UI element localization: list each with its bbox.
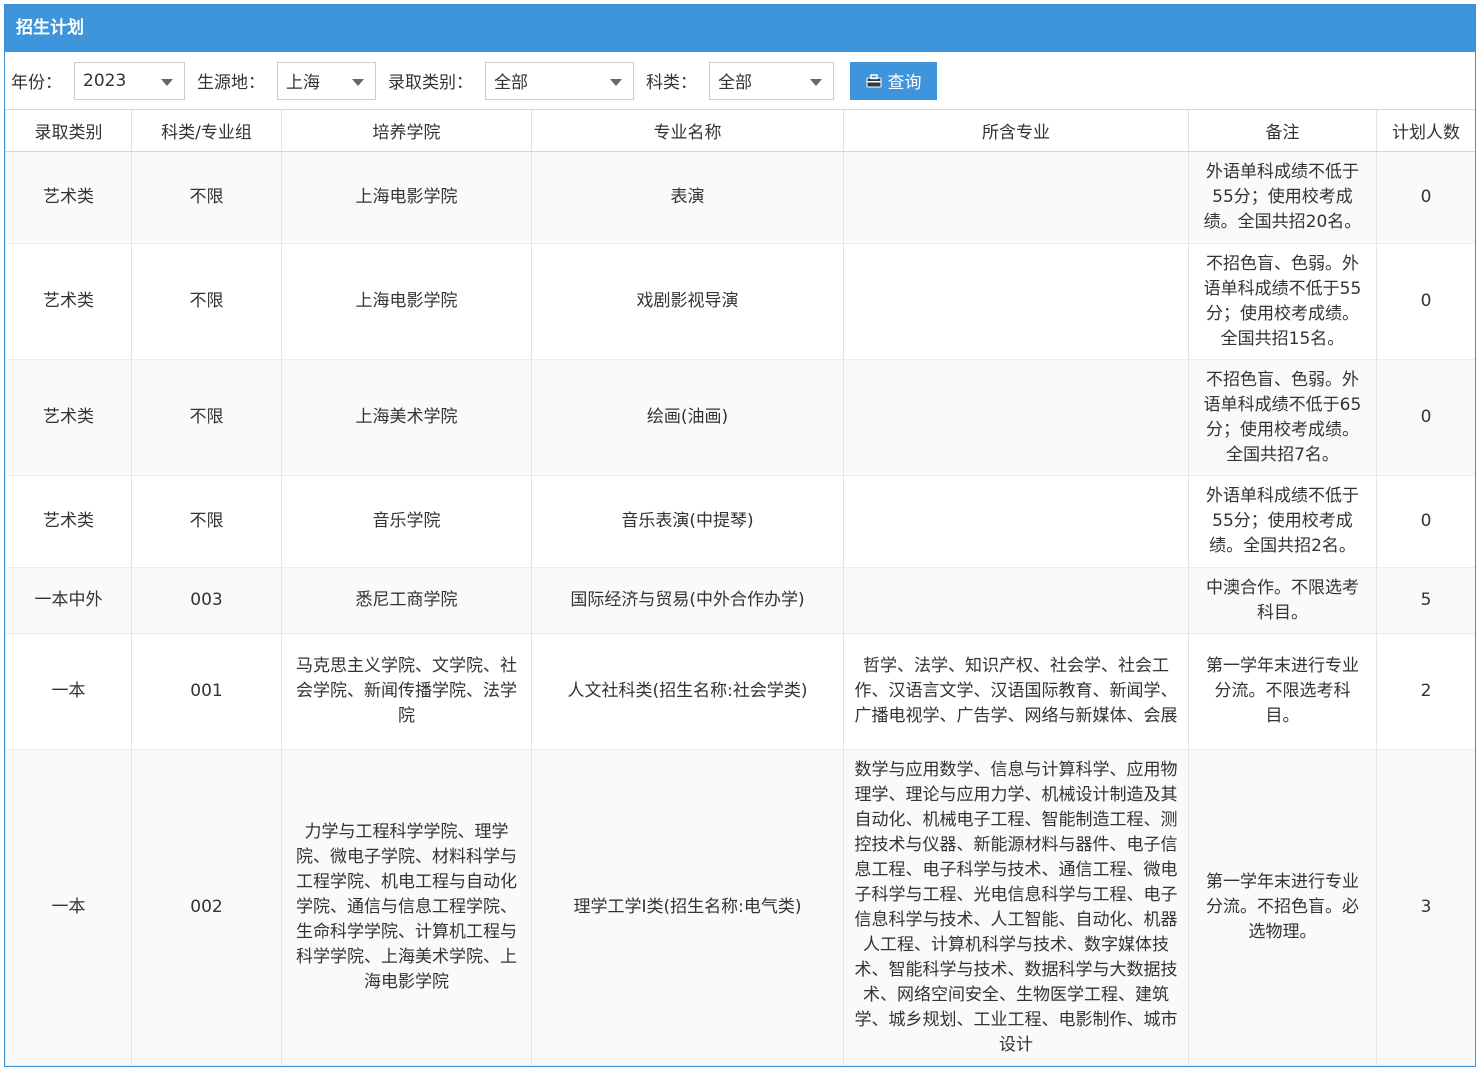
college-cell: 力学与工程科学学院、理学院、微电子学院、材料科学与工程学院、机电工程与自动化学院… <box>281 749 532 1066</box>
plan-count-cell: 0 <box>1376 243 1475 360</box>
table-row: 一本 001 马克思主义学院、文学院、社会学院、新闻传播学院、法学院 人文社科类… <box>5 633 1475 750</box>
admission-type-value: 全部 <box>494 73 528 93</box>
admission-type-cell: 一本 <box>5 749 132 1066</box>
year-select[interactable]: 2023 <box>74 61 185 100</box>
included-majors-cell <box>843 567 1189 634</box>
included-majors-cell: 数学与应用数学、信息与计算科学、应用物理学、理论与应用力学、机械设计制造及其自动… <box>843 749 1189 1066</box>
admission-type-cell: 艺术类 <box>5 243 132 360</box>
remarks-cell: 第一学年末进行专业分流。不招色盲。必选物理。 <box>1188 749 1377 1066</box>
column-header: 培养学院 <box>281 109 532 152</box>
column-header: 备注 <box>1188 109 1377 152</box>
subject-group-cell: 不限 <box>131 359 282 476</box>
subject-value: 全部 <box>718 73 752 93</box>
remarks-cell: 不招色盲、色弱。外语单科成绩不低于55分；使用校考成绩。全国共招15名。 <box>1188 243 1377 360</box>
major-name-cell: 国际经济与贸易(中外合作办学) <box>531 567 844 634</box>
plan-count-cell: 0 <box>1376 475 1475 568</box>
subject-group-cell: 不限 <box>131 475 282 568</box>
year-value: 2023 <box>83 70 127 91</box>
subject-group-cell: 不限 <box>131 151 282 244</box>
major-name-cell: 音乐表演(中提琴) <box>531 475 844 568</box>
remarks-cell: 中澳合作。不限选考科目。 <box>1188 567 1377 634</box>
query-button-label: 查询 <box>887 73 922 92</box>
plan-count-cell: 0 <box>1376 359 1475 476</box>
chevron-down-icon <box>810 78 822 86</box>
included-majors-cell <box>843 359 1189 476</box>
table-header-row: 录取类别 科类/专业组 培养学院 专业名称 所含专业 备注 计划人数 <box>5 109 1475 152</box>
filter-bar: 年份： 2023 生源地： 上海 录取类别： 全部 科类： 全部 查询 <box>5 52 1475 109</box>
source-label: 生源地： <box>197 73 265 93</box>
college-cell: 音乐学院 <box>281 475 532 568</box>
plan-count-cell: 2 <box>1376 633 1475 750</box>
major-name-cell: 戏剧影视导演 <box>531 243 844 360</box>
college-cell: 上海电影学院 <box>281 243 532 360</box>
plan-count-cell: 5 <box>1376 567 1475 634</box>
college-cell: 上海电影学院 <box>281 151 532 244</box>
included-majors-cell: 哲学、法学、知识产权、社会学、社会工作、汉语言文学、汉语国际教育、新闻学、广播电… <box>843 633 1189 750</box>
major-name-cell: 人文社科类(招生名称:社会学类) <box>531 633 844 750</box>
admission-type-cell: 艺术类 <box>5 475 132 568</box>
college-cell: 上海美术学院 <box>281 359 532 476</box>
chevron-down-icon <box>352 78 364 86</box>
admission-type-cell: 一本中外 <box>5 567 132 634</box>
included-majors-cell <box>843 151 1189 244</box>
admission-type-cell: 一本 <box>5 633 132 750</box>
chevron-down-icon <box>161 78 173 86</box>
admission-type-select[interactable]: 全部 <box>485 61 634 100</box>
source-select[interactable]: 上海 <box>277 61 376 100</box>
plan-count-cell: 0 <box>1376 151 1475 244</box>
major-name-cell: 绘画(油画) <box>531 359 844 476</box>
remarks-cell: 外语单科成绩不低于55分；使用校考成绩。全国共招2名。 <box>1188 475 1377 568</box>
major-name-cell: 理学工学I类(招生名称:电气类) <box>531 749 844 1066</box>
admission-type-label: 录取类别： <box>388 73 473 93</box>
enrollment-plan-panel: 招生计划 年份： 2023 生源地： 上海 录取类别： 全部 科类： 全部 查询… <box>4 4 1476 1067</box>
table-row: 一本中外 003 悉尼工商学院 国际经济与贸易(中外合作办学) 中澳合作。不限选… <box>5 567 1475 634</box>
column-header: 录取类别 <box>5 109 132 152</box>
plan-table-wrapper: 录取类别 科类/专业组 培养学院 专业名称 所含专业 备注 计划人数 艺术类 不… <box>5 109 1475 1066</box>
subject-group-cell: 不限 <box>131 243 282 360</box>
remarks-cell: 不招色盲、色弱。外语单科成绩不低于65分；使用校考成绩。全国共招7名。 <box>1188 359 1377 476</box>
column-header: 计划人数 <box>1376 109 1475 152</box>
column-header: 专业名称 <box>531 109 844 152</box>
subject-group-cell: 002 <box>131 749 282 1066</box>
major-name-cell: 表演 <box>531 151 844 244</box>
table-row: 艺术类 不限 上海电影学院 表演 外语单科成绩不低于55分；使用校考成绩。全国共… <box>5 151 1475 244</box>
column-header: 科类/专业组 <box>131 109 282 152</box>
remarks-cell: 外语单科成绩不低于55分；使用校考成绩。全国共招20名。 <box>1188 151 1377 244</box>
panel-title: 招生计划 <box>5 5 1475 52</box>
subject-label: 科类： <box>646 73 697 93</box>
included-majors-cell <box>843 243 1189 360</box>
subject-select[interactable]: 全部 <box>709 61 834 100</box>
query-button[interactable]: 查询 <box>850 61 937 100</box>
table-row: 艺术类 不限 音乐学院 音乐表演(中提琴) 外语单科成绩不低于55分；使用校考成… <box>5 475 1475 568</box>
table-row: 艺术类 不限 上海电影学院 戏剧影视导演 不招色盲、色弱。外语单科成绩不低于55… <box>5 243 1475 360</box>
admission-type-cell: 艺术类 <box>5 151 132 244</box>
source-value: 上海 <box>286 73 320 93</box>
subject-group-cell: 003 <box>131 567 282 634</box>
toolbox-icon <box>866 73 882 88</box>
admission-type-cell: 艺术类 <box>5 359 132 476</box>
chevron-down-icon <box>610 78 622 86</box>
college-cell: 悉尼工商学院 <box>281 567 532 634</box>
included-majors-cell <box>843 475 1189 568</box>
plan-count-cell: 3 <box>1376 749 1475 1066</box>
subject-group-cell: 001 <box>131 633 282 750</box>
college-cell: 马克思主义学院、文学院、社会学院、新闻传播学院、法学院 <box>281 633 532 750</box>
plan-table: 录取类别 科类/专业组 培养学院 专业名称 所含专业 备注 计划人数 艺术类 不… <box>5 109 1475 1066</box>
remarks-cell: 第一学年末进行专业分流。不限选考科目。 <box>1188 633 1377 750</box>
column-header: 所含专业 <box>843 109 1189 152</box>
table-row: 一本 002 力学与工程科学学院、理学院、微电子学院、材料科学与工程学院、机电工… <box>5 749 1475 1066</box>
year-label: 年份： <box>11 73 62 93</box>
table-row: 艺术类 不限 上海美术学院 绘画(油画) 不招色盲、色弱。外语单科成绩不低于65… <box>5 359 1475 476</box>
